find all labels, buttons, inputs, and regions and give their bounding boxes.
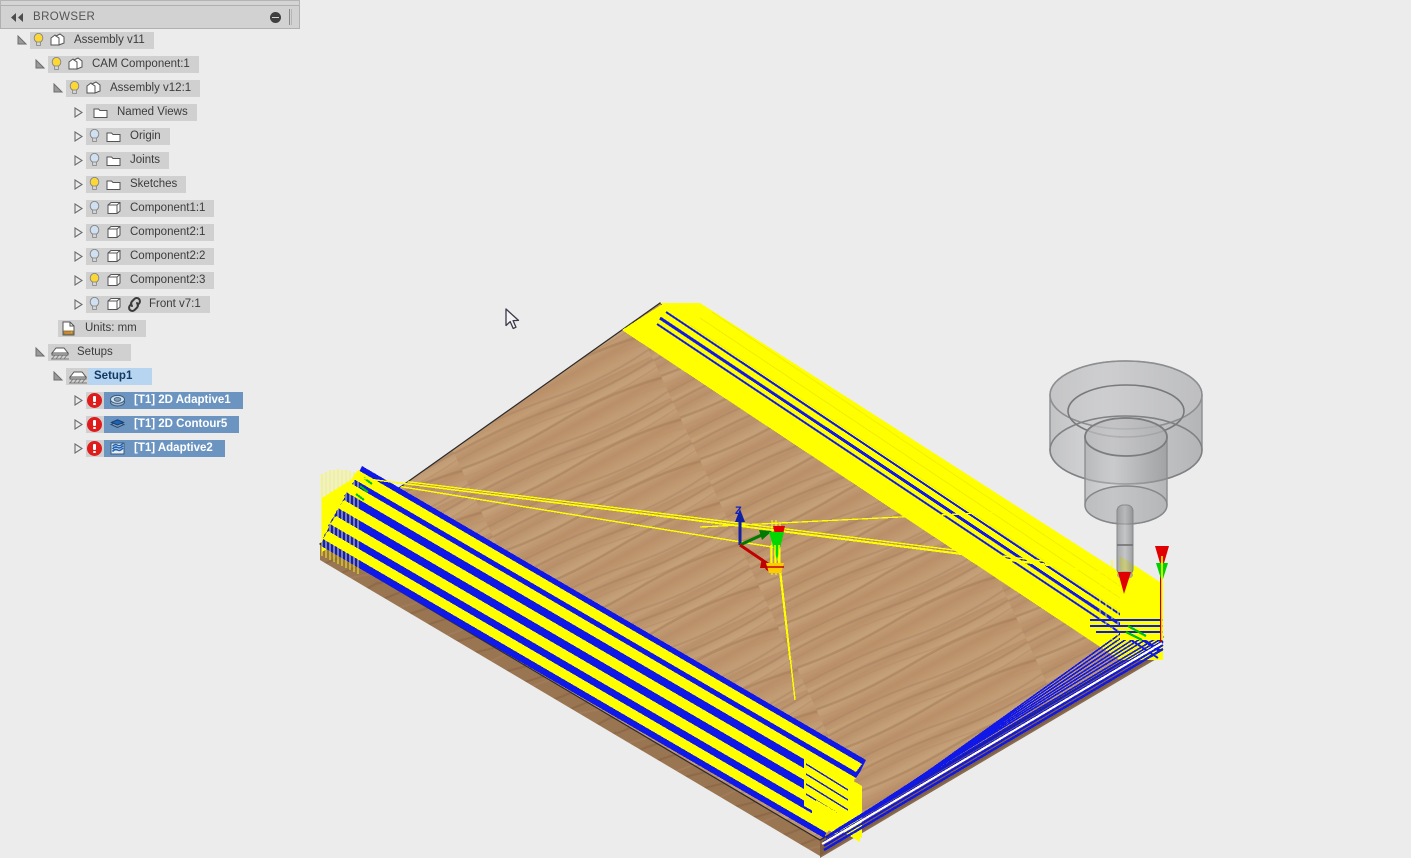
expand-triangle-icon[interactable] [32,56,48,72]
expand-triangle-icon[interactable] [32,344,48,360]
error-badge-icon [87,392,102,408]
visibility-bulb-icon[interactable] [30,32,47,48]
visibility-bulb-icon[interactable] [86,152,103,168]
z-axis-label: Z [735,505,742,517]
tree-item-label: Named Views [117,106,188,118]
body-icon [104,272,123,288]
browser-panel-title: BROWSER [33,11,96,23]
link-chain-icon [125,296,144,312]
collapse-triangle-icon[interactable] [70,392,86,408]
visibility-bulb-icon[interactable] [86,200,103,216]
circle-minus-icon[interactable] [270,11,281,23]
body-icon [104,248,123,264]
folder-icon [91,104,110,120]
collapse-triangle-icon[interactable] [70,152,86,168]
collapse-triangle-icon[interactable] [70,296,86,312]
tree-row[interactable]: Sketches [0,174,302,194]
tree-item-label: Component2:1 [130,226,206,238]
folder-icon [104,128,123,144]
collapse-triangle-icon[interactable] [70,416,86,432]
collapse-triangle-icon[interactable] [70,104,86,120]
operation-row[interactable]: [T1] 2D Adaptive1 [0,390,302,410]
tree-row[interactable]: Origin [0,126,302,146]
tree-item-label: Assembly v12:1 [110,82,192,94]
tree-item-label: Assembly v11 [74,34,145,46]
visibility-bulb-icon[interactable] [86,224,103,240]
tree-row[interactable]: Assembly v12:1 [0,78,302,98]
tree-item-label: Component2:2 [130,250,206,262]
tree-row[interactable]: Assembly v11 [0,30,302,50]
folder-icon [104,152,123,168]
error-badge-icon [87,440,102,456]
tree-item-label: Origin [130,130,161,142]
tree-row[interactable]: Component2:1 [0,222,302,242]
tree-item-label: Front v7:1 [149,298,201,310]
browser-tree: Assembly v11 CAM Component:1 Assembly v1… [0,30,302,462]
collapse-left-arrows-icon[interactable] [9,10,25,24]
component-icon [66,56,85,72]
visibility-bulb-icon[interactable] [86,272,103,288]
tree-item-label: Setups [77,346,113,358]
operation-label: [T1] 2D Adaptive1 [134,394,231,406]
visibility-bulb-icon[interactable] [86,296,103,312]
tree-item-label: Sketches [130,178,178,190]
collapse-triangle-icon[interactable] [70,128,86,144]
visibility-bulb-icon[interactable] [86,128,103,144]
visibility-bulb-icon[interactable] [86,176,103,192]
units-doc-icon [59,320,78,336]
collapse-triangle-icon[interactable] [70,440,86,456]
collapse-triangle-icon[interactable] [70,248,86,264]
adaptive-3d-icon [108,440,127,456]
operation-row[interactable]: [T1] Adaptive2 [0,438,302,458]
tree-row-setup1[interactable]: Setup1 [0,366,302,386]
visibility-bulb-icon[interactable] [48,56,65,72]
tree-row[interactable]: Joints [0,150,302,170]
visibility-bulb-icon[interactable] [66,80,83,96]
browser-panel: BROWSER [0,0,302,29]
tree-row[interactable]: Component2:3 [0,270,302,290]
tree-item-label: Units: mm [85,322,137,334]
tree-item-label: CAM Component:1 [92,58,190,70]
tree-row[interactable]: Named Views [0,102,302,122]
operation-label: [T1] Adaptive2 [134,442,213,454]
contour-2d-icon [108,416,127,432]
collapse-triangle-icon[interactable] [70,272,86,288]
body-icon [104,224,123,240]
operation-row[interactable]: [T1] 2D Contour5 [0,414,302,434]
browser-panel-header: BROWSER [0,5,300,29]
folder-icon [104,176,123,192]
tree-row[interactable]: Front v7:1 [0,294,302,314]
error-badge-icon [87,416,102,432]
setup-vise-icon [67,368,88,384]
visibility-bulb-icon[interactable] [86,248,103,264]
tree-row[interactable]: Units: mm [0,318,302,338]
tree-row[interactable]: Setups [0,342,302,362]
tree-row[interactable]: Component2:2 [0,246,302,266]
setup-vise-icon [49,344,70,360]
component-icon [84,80,103,96]
collapse-triangle-icon[interactable] [70,200,86,216]
body-icon [104,200,123,216]
tree-row[interactable]: CAM Component:1 [0,54,302,74]
collapse-triangle-icon[interactable] [70,224,86,240]
expand-triangle-icon[interactable] [50,80,66,96]
tree-item-label: Component2:3 [130,274,206,286]
operation-label: [T1] 2D Contour5 [134,418,228,430]
tree-row[interactable]: Component1:1 [0,198,302,218]
body-icon [104,296,123,312]
component-icon [48,32,67,48]
tree-item-label: Setup1 [94,370,133,382]
panel-resize-grip[interactable] [287,9,294,25]
adaptive-2d-icon [108,392,127,408]
tree-item-label: Joints [130,154,161,166]
expand-triangle-icon[interactable] [14,32,30,48]
tree-item-label: Component1:1 [130,202,206,214]
collapse-triangle-icon[interactable] [70,176,86,192]
expand-triangle-icon[interactable] [50,368,66,384]
